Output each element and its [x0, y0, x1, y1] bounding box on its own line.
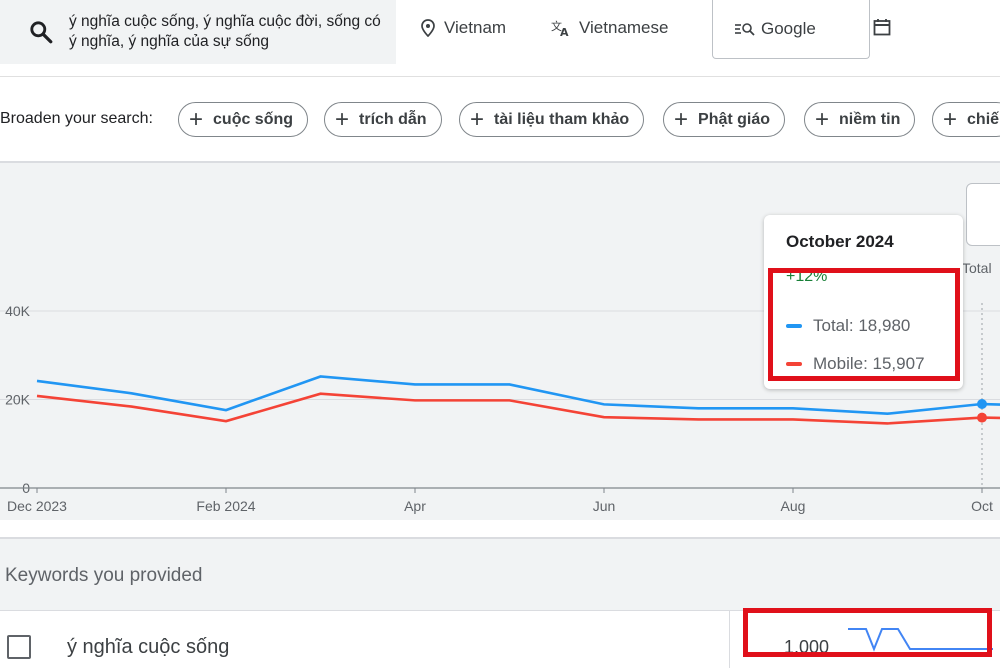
translate-icon: 文 A: [551, 19, 569, 37]
tooltip-title: October 2024: [786, 232, 894, 251]
series-line-mobile: [36, 392, 1000, 425]
x-tick-label: Aug: [781, 498, 806, 514]
plus-icon: +: [943, 105, 958, 133]
broaden-chip[interactable]: + trích dẫn: [324, 102, 442, 137]
broaden-chip[interactable]: + niềm tin: [804, 102, 916, 137]
broaden-chip[interactable]: + chiế: [932, 102, 1000, 137]
plus-icon: +: [189, 105, 204, 133]
x-tick-label: Oct: [971, 498, 993, 514]
calendar-icon[interactable]: [873, 18, 891, 36]
chip-label: tài liệu tham khảo: [494, 110, 630, 128]
chip-label: chiế: [967, 110, 1000, 128]
network-filter-button[interactable]: Google: [712, 0, 870, 59]
plus-icon: +: [470, 105, 485, 133]
language-label: Vietnamese: [579, 18, 669, 37]
x-tick-label: Apr: [404, 498, 426, 514]
x-tick-label: Feb 2024: [196, 498, 255, 514]
annotation-highlight-box: [768, 268, 960, 381]
chip-label: Phật giáo: [698, 110, 771, 128]
hover-point-total: [977, 399, 987, 410]
search-box[interactable]: ý nghĩa cuộc sống, ý nghĩa cuộc đời, sốn…: [0, 0, 396, 64]
hover-point-mobile: [977, 412, 987, 423]
chip-label: trích dẫn: [359, 110, 427, 128]
plus-icon: +: [674, 105, 689, 133]
broaden-chip[interactable]: + cuộc sống: [178, 102, 309, 137]
column-divider: [729, 611, 730, 668]
plus-icon: +: [815, 105, 830, 133]
language-filter[interactable]: 文 A Vietnamese: [551, 14, 668, 42]
broaden-label: Broaden your search:: [0, 110, 153, 127]
keyword-text: ý nghĩa cuộc sống: [67, 636, 230, 658]
location-filter[interactable]: Vietnam: [420, 14, 506, 42]
total-legend-label: Total: [962, 260, 992, 276]
y-tick-label: 20K: [5, 392, 31, 408]
broaden-chip[interactable]: + Phật giáo: [663, 102, 786, 137]
search-query[interactable]: ý nghĩa cuộc sống, ý nghĩa cuộc đời, sốn…: [69, 12, 389, 52]
location-pin-icon: [421, 19, 435, 37]
x-tick-label: Dec 2023: [7, 498, 67, 514]
keywords-section-header: Keywords you provided: [0, 537, 1000, 610]
chip-label: cuộc sống: [213, 110, 294, 128]
y-tick-label: 40K: [5, 303, 31, 319]
broaden-chip[interactable]: + tài liệu tham khảo: [459, 102, 645, 137]
top-bar: ý nghĩa cuộc sống, ý nghĩa cuộc đời, sốn…: [0, 0, 1000, 77]
plus-icon: +: [335, 105, 350, 133]
chip-label: niềm tin: [839, 110, 901, 128]
search-network-icon: [735, 23, 755, 36]
chart-toggle-button[interactable]: [966, 183, 1000, 246]
location-label: Vietnam: [444, 18, 507, 37]
annotation-highlight-box: [743, 608, 992, 657]
keywords-header-label: Keywords you provided: [5, 565, 203, 586]
search-icon: [30, 21, 53, 44]
svg-text:A: A: [560, 26, 569, 37]
network-label: Google: [761, 19, 816, 38]
broaden-search-bar: Broaden your search: + cuộc sống + trích…: [0, 77, 1000, 163]
row-checkbox[interactable]: [7, 635, 31, 659]
x-tick-label: Jun: [593, 498, 616, 514]
